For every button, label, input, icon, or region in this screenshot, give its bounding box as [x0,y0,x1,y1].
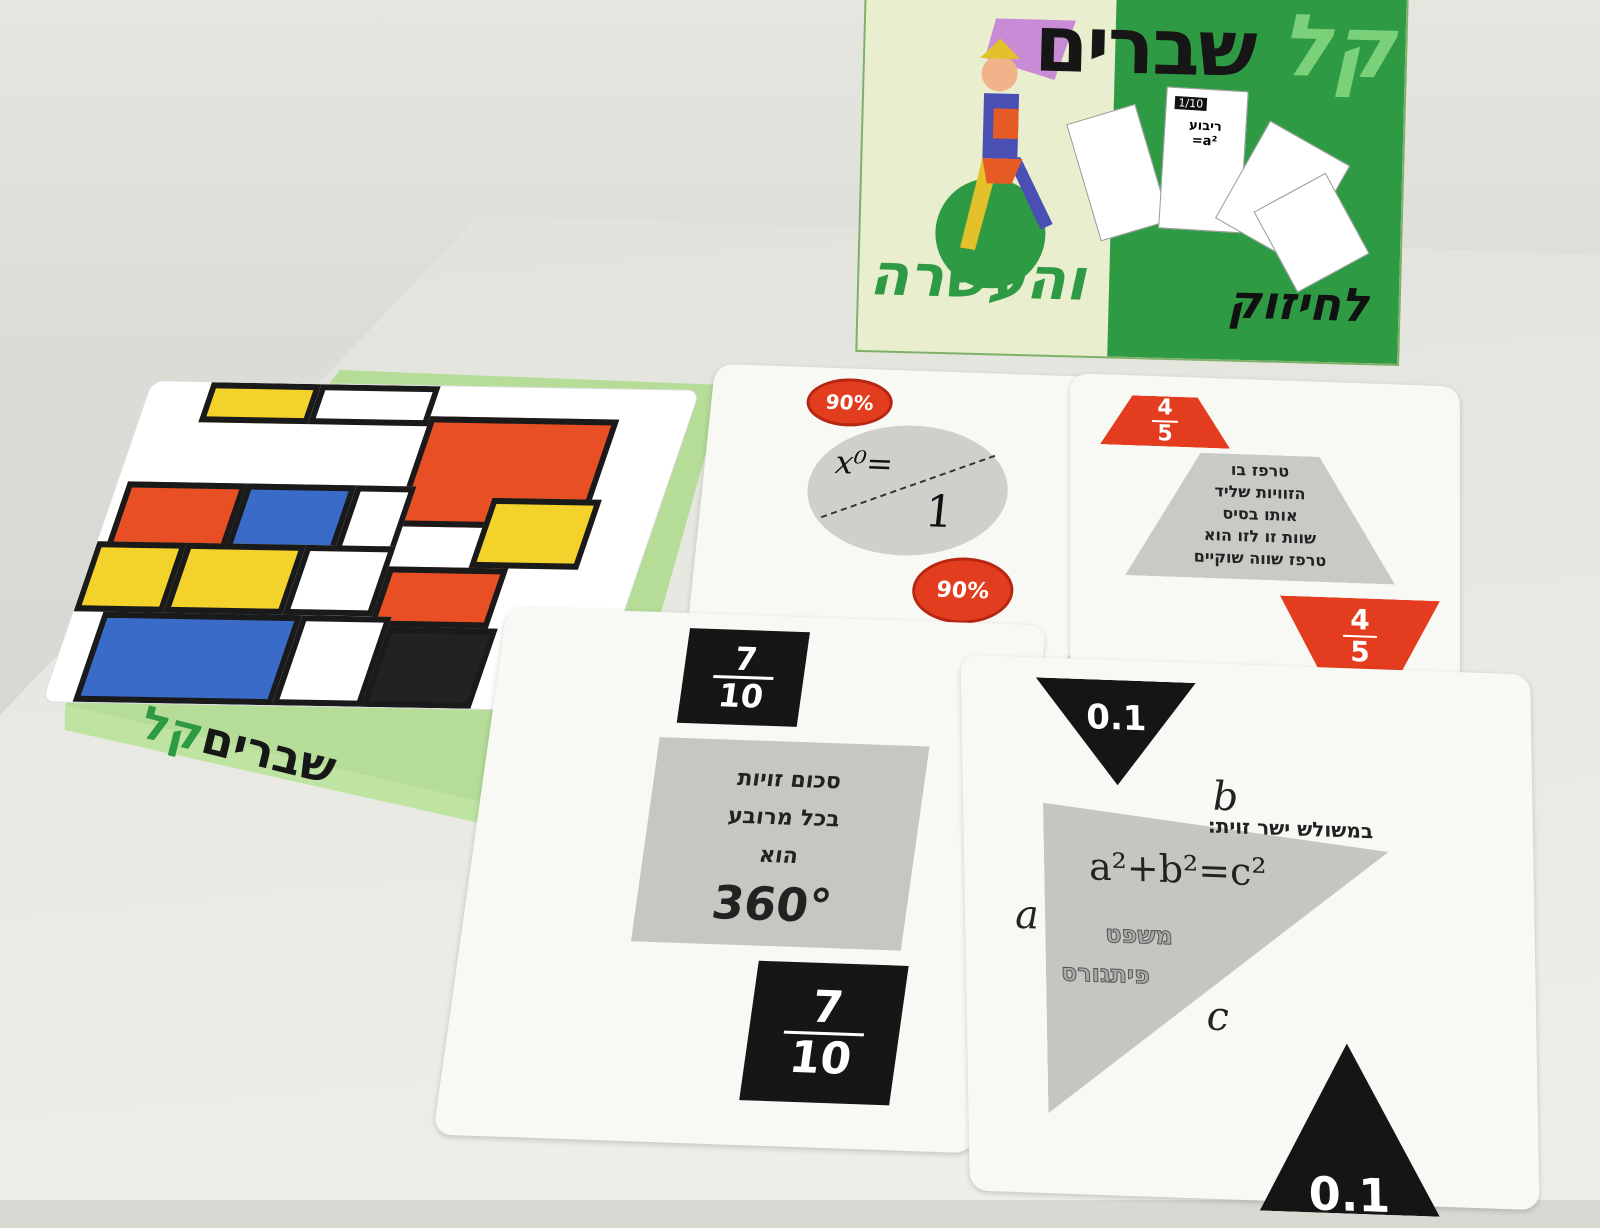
fraction-box-bottom: 7 10 [739,960,909,1106]
value-triangle-bottom: 0.1 [1257,1040,1440,1216]
triangle-value: 0.1 [1085,697,1147,740]
triangle-value: 0.1 [1308,1166,1391,1224]
fraction-numerator: 4 [1350,602,1370,637]
game-box: 1/10 ריבוע =a² שברים קל והעשרה לחיזוק [855,0,1409,367]
game-box-title: שברים [1033,0,1257,96]
card-square-angles[interactable]: 7 10 סכום זויות בכל מרובע הוא 360° 7 10 [433,606,1047,1154]
fraction-denominator: 10 [786,1031,855,1085]
percent-badge-bottom: 90% [908,555,1017,626]
fact-value: 360° [708,875,836,934]
expression-left: x⁰= [833,443,896,483]
fraction-numerator: 4 [1157,395,1173,421]
mondrian-block [72,611,303,706]
expression-right: 1 [922,486,957,539]
pythagoras-formula: a²+b²=c² [1088,844,1267,895]
fraction-denominator: 5 [1157,421,1173,447]
theorem-name-line-2: פיתגורס [1060,958,1151,990]
fraction-trapezoid-top: 4 5 [1100,394,1230,449]
fraction-numerator: 7 [732,639,760,679]
expression-disc [800,422,1015,559]
value-triangle-top: 0.1 [1036,677,1198,788]
mini-card-fraction: 1/10 [1174,96,1208,111]
card-trapezoid[interactable]: 4 5 טרפז בו הזוויות שליד אותו בסיס שוות … [1070,373,1460,707]
game-box-subtitle-reinforcement: לחיזוק [1226,274,1370,333]
fraction-denominator: 5 [1350,634,1370,669]
side-label-c: c [1206,993,1230,1041]
fraction-trapezoid-bottom: 4 5 [1280,596,1440,677]
card-pythagoras[interactable]: 0.1 b a c במשולש ישר זוית: a²+b²=c² משפט… [960,654,1540,1211]
percent-badge-top: 90% [804,377,896,428]
fraction-box-top: 7 10 [676,628,810,727]
game-box-title-accent: קל [1278,0,1397,99]
mondrian-block [468,497,602,570]
fraction-numerator: 7 [808,981,847,1034]
game-box-subtitle-enrichment: והעשרה [868,240,1087,314]
side-label-a: a [1014,891,1040,939]
angle-fact-text: סכום זויות בכל מרובע הוא 360° [648,758,912,938]
trapezoid-definition: טרפז בו הזוויות שליד אותו בסיס שוות זו ל… [1150,456,1370,574]
theorem-name-line-1: משפט [1104,919,1174,951]
mondrian-block [198,382,322,425]
fraction-denominator: 10 [715,676,766,716]
mondrian-block [307,384,441,427]
